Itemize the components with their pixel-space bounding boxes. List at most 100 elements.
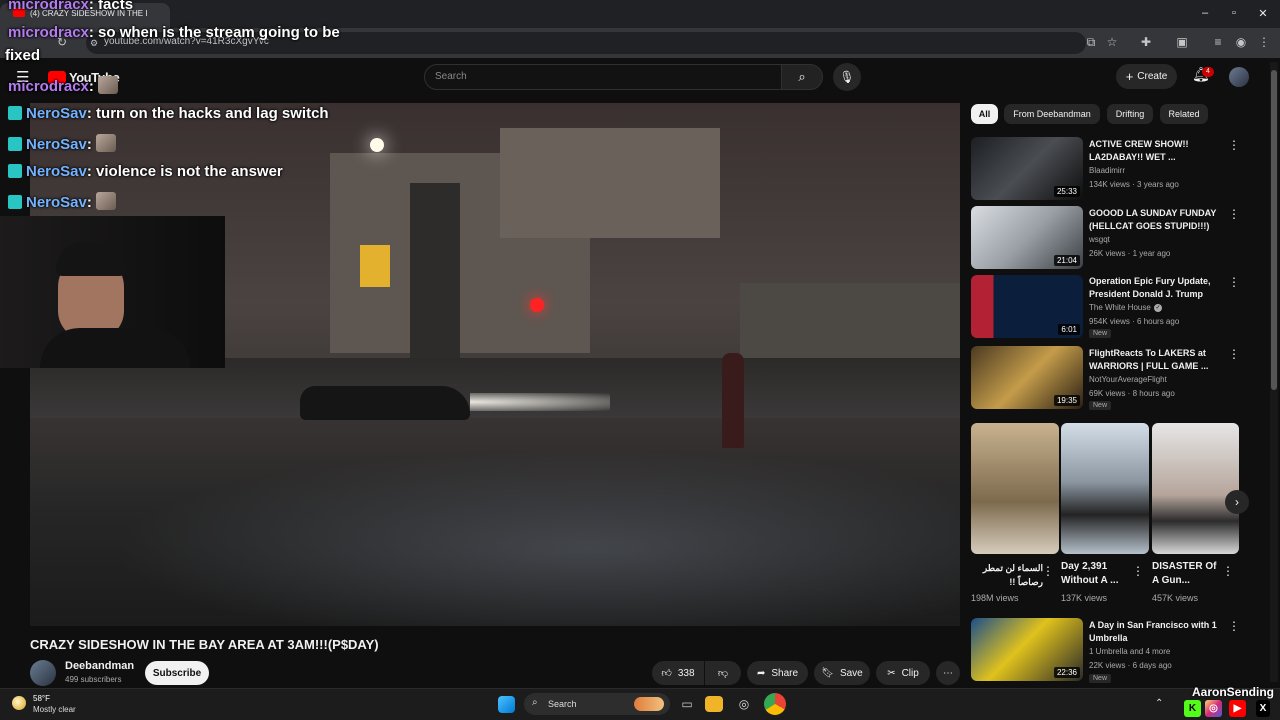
channel-avatar[interactable] — [30, 660, 56, 686]
short-thumbnail[interactable] — [1061, 423, 1149, 554]
tray-chevron-up-icon[interactable]: ⌃ — [1155, 698, 1163, 709]
share-button[interactable]: ➦ Share — [747, 661, 808, 685]
dislike-button[interactable]: 👎︎ — [705, 661, 741, 685]
recommendation-channel[interactable]: NotYourAverageFlight — [1089, 375, 1167, 384]
recommendation-title[interactable]: A Day in San Francisco with 1 Umbrella — [1089, 619, 1219, 645]
scrollbar-thumb[interactable] — [1271, 70, 1277, 390]
recommendation-channel[interactable]: Blaadimirr — [1089, 166, 1125, 175]
recommendation-meta: 26K views · 1 year ago — [1089, 249, 1171, 258]
browser-menu-icon[interactable]: ⋮ — [1256, 35, 1272, 49]
media-control-icon[interactable]: ≡ — [1210, 35, 1226, 49]
bookmark-star-icon[interactable]: ☆ — [1104, 35, 1120, 49]
maximize-icon[interactable]: ▫ — [1225, 7, 1243, 19]
chat-username: NeroSav — [26, 136, 87, 153]
chat-message: NeroSav: violence is not the answer — [8, 163, 283, 180]
recommendation-title[interactable]: GOOOD LA SUNDAY FUNDAY (HELLCAT GOES STU… — [1089, 207, 1219, 233]
video-scene-smoke — [30, 433, 960, 626]
chat-username: microdracx — [8, 0, 89, 13]
more-vertical-icon[interactable]: ⋮ — [1228, 347, 1240, 361]
chat-badge-icon — [8, 106, 22, 120]
chat-message: NeroSav: — [8, 192, 117, 211]
subscribe-button[interactable]: Subscribe — [145, 661, 209, 685]
chevron-right-icon: › — [1235, 495, 1239, 509]
search-button[interactable]: ⌕ — [781, 64, 823, 90]
like-button[interactable]: 👍︎ 338 — [652, 661, 704, 685]
recommendation-title[interactable]: FlightReacts To LAKERS at WARRIORS | FUL… — [1089, 347, 1219, 373]
thumbs-up-icon: 👍︎ — [661, 668, 672, 679]
instagram-logo-icon: ◎ — [1205, 700, 1222, 717]
chat-emote-icon — [98, 76, 119, 94]
recommendation-thumbnail[interactable]: 22:36 — [971, 618, 1083, 681]
more-vertical-icon[interactable]: ⋮ — [1228, 619, 1240, 633]
weather-temperature[interactable]: 58°F — [33, 694, 50, 703]
obs-icon[interactable]: ◎ — [734, 694, 754, 714]
video-scene-tree — [410, 183, 460, 363]
minimize-icon[interactable]: – — [1196, 7, 1214, 19]
save-label: Save — [839, 667, 863, 679]
taskbar-search-label: Search — [548, 699, 577, 709]
extensions-icon[interactable]: ✚ — [1138, 35, 1154, 49]
chat-message: microdracx: — [8, 76, 119, 95]
share-icon: ➦ — [756, 667, 766, 679]
weather-moon-icon[interactable] — [12, 696, 26, 710]
recommendation-channel[interactable]: wsgqt — [1089, 235, 1110, 244]
recommendation-meta: 954K views · 6 hours ago — [1089, 317, 1180, 326]
video-scene-headlight — [470, 393, 610, 411]
chrome-taskbar-icon[interactable] — [764, 693, 786, 715]
recommendation-channel[interactable]: The White House — [1089, 303, 1151, 312]
chip-related[interactable]: Related — [1160, 104, 1208, 124]
chat-badge-icon — [8, 195, 22, 209]
more-vertical-icon[interactable]: ⋮ — [1228, 275, 1240, 289]
short-title[interactable]: Day 2,391 Without A ... — [1061, 560, 1133, 588]
task-view-icon[interactable]: ▭ — [677, 694, 697, 714]
recommendation-thumbnail[interactable]: 21:04 — [971, 206, 1083, 269]
split-view-icon[interactable]: ▣ — [1174, 35, 1190, 49]
new-badge: New — [1089, 401, 1112, 410]
chat-emote-icon — [96, 192, 117, 210]
short-thumbnail[interactable] — [1152, 423, 1239, 554]
shorts-next-button[interactable]: › — [1225, 490, 1249, 514]
scissors-icon: ✂ — [887, 667, 896, 679]
more-vertical-icon[interactable]: ⋮ — [1042, 564, 1054, 578]
recommendation-thumbnail[interactable]: 19:35 — [971, 346, 1083, 409]
short-title[interactable]: DISASTER Of A Gun... — [1152, 560, 1224, 588]
save-button[interactable]: 🔖︎ Save — [814, 661, 870, 685]
clip-label: Clip — [901, 667, 919, 679]
file-explorer-icon[interactable] — [705, 696, 723, 712]
create-button[interactable]: + Create — [1116, 64, 1177, 89]
video-duration: 22:36 — [1053, 667, 1080, 678]
clip-button[interactable]: ✂ Clip — [876, 661, 930, 685]
more-actions-button[interactable]: ⋯ — [936, 661, 960, 685]
close-window-icon[interactable]: ✕ — [1254, 7, 1272, 20]
chip-from-channel[interactable]: From Deebandman — [1004, 104, 1100, 124]
new-badge: New — [1089, 329, 1112, 338]
short-views: 137K views — [1061, 593, 1108, 603]
chat-text: fixed — [5, 47, 41, 64]
short-title[interactable]: السماء لن تمطر رصاصاً !! — [971, 561, 1043, 589]
account-avatar[interactable] — [1229, 67, 1249, 87]
chat-text: : turn on the hacks and lag switch — [86, 105, 329, 122]
recommendation-thumbnail[interactable]: 25:33 — [971, 137, 1083, 200]
short-thumbnail[interactable] — [971, 423, 1059, 554]
chip-drifting[interactable]: Drifting — [1107, 104, 1153, 124]
chip-all[interactable]: All — [971, 104, 998, 124]
more-vertical-icon[interactable]: ⋮ — [1228, 207, 1240, 221]
windows-start-icon[interactable] — [498, 696, 515, 713]
more-vertical-icon[interactable]: ⋮ — [1228, 138, 1240, 152]
taskbar-search[interactable]: ⌕ Search — [524, 693, 670, 715]
search-placeholder: Search — [435, 71, 467, 82]
more-vertical-icon[interactable]: ⋮ — [1132, 564, 1144, 578]
recommendation-thumbnail[interactable]: 6:01 — [971, 275, 1083, 338]
voice-search-button[interactable]: 🎙 — [833, 63, 861, 91]
search-input[interactable]: Search — [424, 64, 782, 90]
more-vertical-icon[interactable]: ⋮ — [1222, 564, 1234, 578]
recommendation-channel[interactable]: 1 Umbrella and 4 more — [1089, 647, 1170, 656]
recommendation-title[interactable]: ACTIVE CREW SHOW!! LA2DABAY!! WET ... — [1089, 138, 1219, 164]
install-app-icon[interactable]: ⧉ — [1083, 35, 1099, 50]
recommendation-title[interactable]: Operation Epic Fury Update, President Do… — [1089, 275, 1219, 301]
profile-icon[interactable]: ◉ — [1233, 35, 1249, 49]
weather-condition[interactable]: Mostly clear — [33, 705, 76, 714]
channel-name[interactable]: Deebandman — [65, 660, 134, 672]
chat-username: NeroSav — [26, 105, 87, 122]
search-highlight-icon — [634, 697, 664, 711]
